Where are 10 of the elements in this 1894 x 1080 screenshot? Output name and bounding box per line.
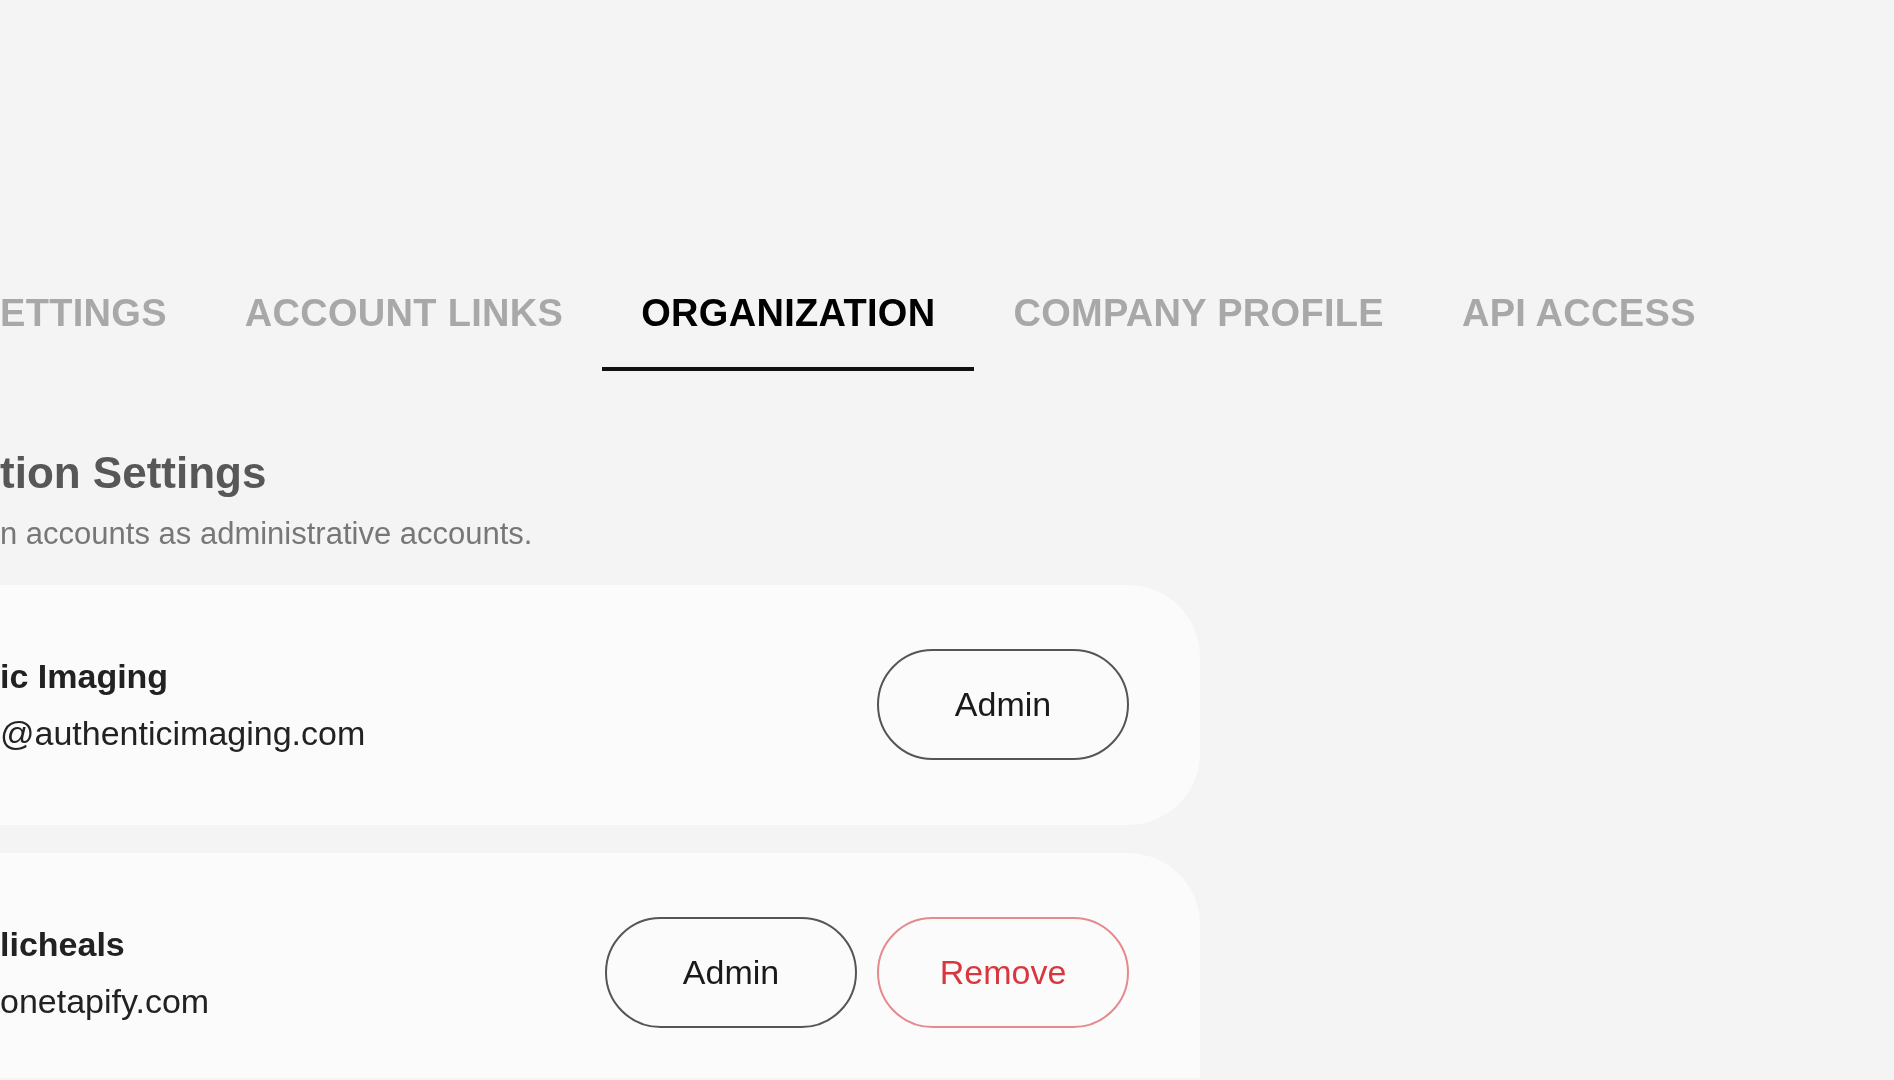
tab[interactable]: ORGANIZATION <box>602 291 975 371</box>
admin-button[interactable]: Admin <box>877 649 1129 761</box>
account-name: ic Imaging <box>0 655 170 697</box>
account-email: onetapify.com <box>0 980 210 1022</box>
account-email: @authenticimaging.com <box>0 712 366 754</box>
section-title: tion Settings <box>0 446 268 499</box>
remove-button[interactable]: Remove <box>877 917 1129 1029</box>
admin-button[interactable]: Admin <box>605 917 857 1029</box>
account-name: licheals <box>0 923 126 965</box>
section-description: n accounts as administrative accounts. <box>0 515 534 553</box>
